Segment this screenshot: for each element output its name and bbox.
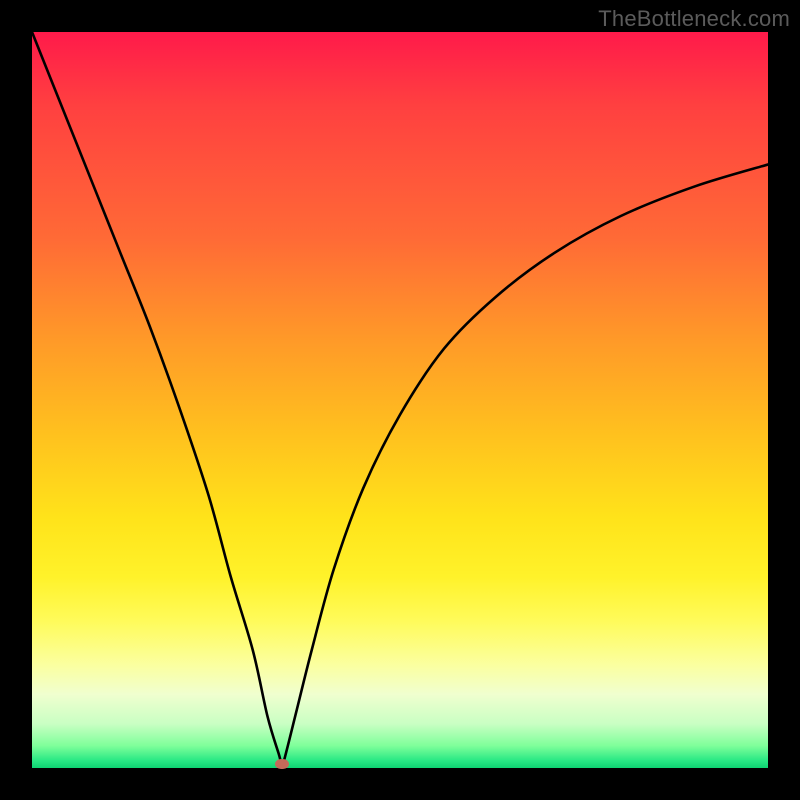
curve-svg [32, 32, 768, 768]
plot-area [32, 32, 768, 768]
watermark-text: TheBottleneck.com [598, 6, 790, 32]
chart-frame: TheBottleneck.com [0, 0, 800, 800]
bottleneck-curve-path [32, 32, 768, 764]
minimum-marker [275, 759, 289, 769]
